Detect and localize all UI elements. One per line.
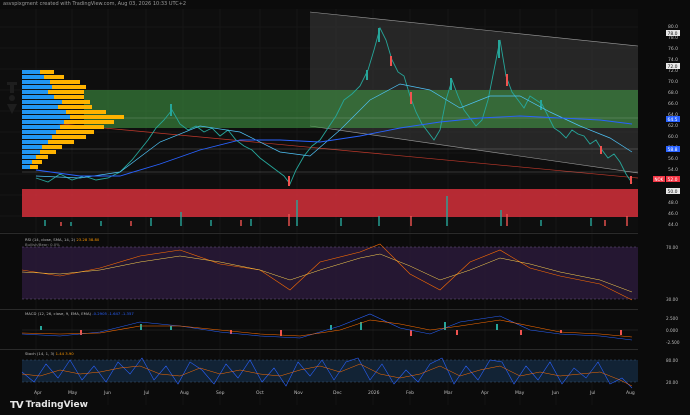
time-tick: Apr: [481, 390, 489, 396]
time-tick: May: [68, 390, 78, 396]
stoch-values: 1.44 3.90: [55, 351, 74, 356]
tradingview-logo[interactable]: TV TradingView: [10, 398, 88, 412]
macd-level-label: 0.000: [666, 328, 678, 333]
macd-level-label: 2.500: [666, 316, 678, 321]
rsi-axis: 70.00 30.00: [666, 245, 678, 302]
time-tick: Oct: [256, 390, 264, 396]
badge-label: 78.0: [668, 31, 678, 37]
tradingview-side-logo: [2, 80, 22, 160]
macd-label[interactable]: MACD (12, 26, close, 9, EMA, EMA) -0.290…: [25, 311, 134, 316]
watermark-icon: [7, 82, 17, 114]
stoch-axis: 80.00 20.00: [666, 358, 678, 385]
badge-label: 50.0: [668, 189, 678, 195]
stoch-title: Stoch (14, 1, 3): [25, 351, 55, 356]
chart-canvas[interactable]: 80.0 78.0 76.0 74.0 72.0 70.0 68.0 66.0 …: [0, 9, 690, 415]
chart-caption: asvspixgment created with TradingView.co…: [3, 1, 187, 7]
macd-level-label: -2.500: [666, 340, 680, 345]
price-tick: 44.0: [668, 222, 678, 228]
stoch-label[interactable]: Stoch (14, 1, 3) 1.44 3.90: [25, 351, 74, 356]
time-tick: Jul: [589, 390, 595, 396]
stoch-level-label: 20.00: [666, 380, 678, 385]
price-tick: 68.0: [668, 90, 678, 96]
time-tick: Sep: [216, 390, 225, 396]
pane-divider[interactable]: [0, 309, 638, 310]
time-tick: Mar: [444, 390, 453, 396]
tradingview-logo-text: TradingView: [25, 400, 88, 410]
pane-divider[interactable]: [0, 233, 638, 234]
price-tick: 70.0: [668, 79, 678, 85]
macd-line[interactable]: [21, 313, 633, 341]
time-axis[interactable]: Apr May Jun Jul Aug Sep Oct Nov Dec 2026…: [34, 390, 635, 396]
rsi-level-label: 70.00: [666, 245, 678, 250]
time-tick: Apr: [34, 390, 42, 396]
time-tick: Nov: [294, 390, 303, 396]
price-tick: 62.0: [668, 123, 678, 129]
tradingview-logo-icon: TV: [10, 399, 24, 411]
price-tick: 80.0: [668, 24, 678, 30]
macd-values: -0.2905 -1.647 -1.357: [92, 311, 134, 316]
price-axis-bg: [638, 9, 690, 232]
time-tick: 2026: [368, 390, 380, 396]
rsi-values: 23.28 38.80: [76, 237, 100, 242]
price-tick: 56.0: [668, 156, 678, 162]
badge-label: 58.8: [668, 147, 678, 153]
pane-divider[interactable]: [0, 349, 638, 350]
price-tick: 46.0: [668, 211, 678, 217]
time-tick: Jun: [551, 390, 559, 396]
time-tick: Aug: [626, 390, 635, 396]
stoch-level-label: 80.00: [666, 358, 678, 363]
badge-label: 72.0: [668, 64, 678, 70]
time-tick: Feb: [406, 390, 414, 396]
price-tick: 54.0: [668, 167, 678, 173]
price-tick: 66.0: [668, 101, 678, 107]
time-tick: Dec: [333, 390, 342, 396]
currency-tag-label: NOK: [655, 177, 664, 182]
badge-label: 64.5: [668, 117, 678, 123]
support-zone[interactable]: [22, 189, 638, 217]
price-tick: 74.0: [668, 57, 678, 63]
time-tick: Jul: [143, 390, 149, 396]
rsi-level-label: 30.00: [666, 297, 678, 302]
macd-title: MACD (12, 26, close, 9, EMA, EMA): [25, 311, 92, 316]
stoch-band: [22, 360, 638, 382]
time-tick: May: [515, 390, 525, 396]
macd-axis: 2.500 0.000 -2.500: [666, 316, 680, 345]
time-tick: Jun: [103, 390, 111, 396]
badge-label: 52.0: [668, 177, 678, 183]
price-tick: 76.0: [668, 46, 678, 52]
price-tick: 60.0: [668, 134, 678, 140]
rsi-band: [22, 247, 638, 299]
time-tick: Aug: [180, 390, 189, 396]
rsi-subtitle: Bullish/Bear: 0.0%: [25, 242, 60, 247]
price-tick: 48.0: [668, 200, 678, 206]
